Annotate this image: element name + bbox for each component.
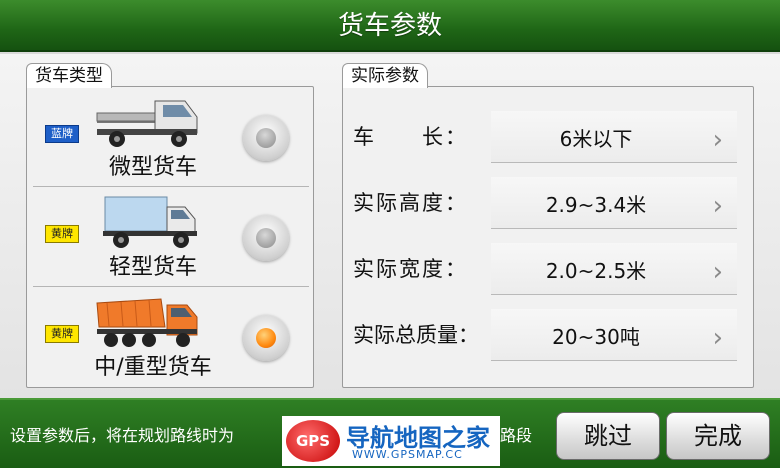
truck-label-light: 轻型货车 bbox=[108, 255, 197, 280]
truck-option-light[interactable]: 黄牌 轻型货车 bbox=[33, 187, 309, 287]
hint-text-start: 设置参数后，将在规划路线时为 bbox=[10, 426, 235, 445]
radio-dot bbox=[256, 228, 276, 248]
hint-text: 设置参数后，将在规划路线时为 bbox=[10, 422, 234, 446]
mini-truck-icon bbox=[96, 100, 198, 147]
radio-dot-selected bbox=[256, 328, 276, 348]
plate-badge-yellow: 黄牌 bbox=[45, 325, 79, 343]
param-value-field[interactable]: 2.0~2.5米 › bbox=[491, 243, 737, 295]
param-row-length[interactable]: 车 长： 6米以下 › bbox=[353, 105, 743, 167]
plate-badge-yellow: 黄牌 bbox=[45, 225, 79, 243]
hint-text-end: 路段 bbox=[500, 426, 533, 445]
skip-button[interactable]: 跳过 bbox=[556, 412, 660, 460]
param-label: 实际宽度： bbox=[353, 257, 468, 281]
watermark: GPS 导航地图之家 WWW.GPSMAP.CC bbox=[282, 416, 500, 466]
truck-option-heavy[interactable]: 黄牌 中/重型货车 bbox=[33, 287, 309, 387]
param-row-width[interactable]: 实际宽度： 2.0~2.5米 › bbox=[353, 237, 743, 299]
title-bar: 货车参数 bbox=[0, 0, 780, 52]
watermark-url: WWW.GPSMAP.CC bbox=[352, 448, 463, 461]
light-truck-icon bbox=[103, 196, 197, 248]
param-value-field[interactable]: 20~30吨 › bbox=[491, 309, 737, 361]
chevron-right-icon: › bbox=[712, 191, 723, 221]
param-value-field[interactable]: 6米以下 › bbox=[491, 111, 737, 163]
radio-light[interactable] bbox=[243, 215, 289, 261]
param-value: 20~30吨 bbox=[552, 325, 640, 349]
truck-type-panel: 货车类型 蓝牌 微型货车 黄牌 轻型货车 黄牌 中/重型货车 bbox=[26, 63, 314, 388]
param-label: 实际高度： bbox=[353, 191, 468, 215]
param-value: 2.0~2.5米 bbox=[545, 259, 647, 283]
param-row-height[interactable]: 实际高度： 2.9~3.4米 › bbox=[353, 171, 743, 233]
truck-label-mini: 微型货车 bbox=[108, 155, 197, 180]
chevron-right-icon: › bbox=[712, 257, 723, 287]
plate-badge-blue: 蓝牌 bbox=[45, 125, 79, 143]
param-row-weight[interactable]: 实际总质量： 20~30吨 › bbox=[353, 303, 743, 365]
param-value: 6米以下 bbox=[559, 127, 633, 151]
bottom-bar: 设置参数后，将在规划路线时为 路段 GPS 导航地图之家 WWW.GPSMAP.… bbox=[0, 398, 780, 468]
chevron-right-icon: › bbox=[712, 125, 723, 155]
params-panel: 实际参数 车 长： 6米以下 › 实际高度： 2.9~3.4米 › 实际宽度： … bbox=[342, 63, 754, 388]
heavy-truck-icon bbox=[96, 298, 198, 347]
page-title: 货车参数 bbox=[337, 11, 442, 41]
radio-mini[interactable] bbox=[243, 115, 289, 161]
truck-option-mini[interactable]: 蓝牌 微型货车 bbox=[33, 87, 309, 187]
gps-logo-icon: GPS bbox=[286, 420, 340, 462]
truck-type-tab: 货车类型 bbox=[26, 63, 112, 88]
param-value: 2.9~3.4米 bbox=[545, 193, 647, 217]
radio-heavy[interactable] bbox=[243, 315, 289, 361]
param-value-field[interactable]: 2.9~3.4米 › bbox=[491, 177, 737, 229]
truck-label-heavy: 中/重型货车 bbox=[94, 355, 212, 380]
radio-dot bbox=[256, 128, 276, 148]
chevron-right-icon: › bbox=[712, 323, 723, 353]
params-tab: 实际参数 bbox=[342, 63, 428, 88]
param-label: 车 长： bbox=[353, 125, 468, 149]
done-button[interactable]: 完成 bbox=[666, 412, 770, 460]
content-area: 货车类型 蓝牌 微型货车 黄牌 轻型货车 黄牌 中/重型货车 实际参数 车 长：… bbox=[0, 54, 780, 398]
param-label: 实际总质量： bbox=[353, 323, 479, 347]
